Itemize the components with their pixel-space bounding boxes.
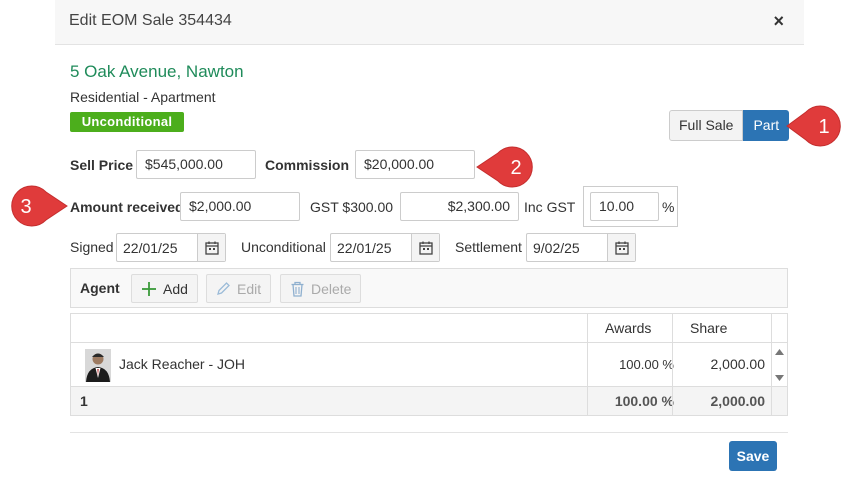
footer-awards: 100.00 % (614, 393, 674, 409)
footer-share: 2,000.00 (710, 393, 766, 409)
signed-date-input[interactable]: 22/01/25 (116, 233, 226, 262)
column-divider (672, 314, 673, 415)
unconditional-date-value: 22/01/25 (337, 240, 392, 256)
avatar (85, 349, 111, 382)
delete-label: Delete (311, 280, 352, 297)
agent-awards: 100.00 % (619, 357, 674, 372)
table-header: Awards Share (71, 314, 787, 343)
status-badge: Unconditional (70, 112, 184, 132)
inc-gst-label: Inc GST (524, 199, 576, 215)
callout-number: 1 (818, 116, 829, 138)
calendar-icon[interactable] (411, 234, 439, 261)
callout-marker: 1 (786, 105, 841, 147)
commission-input[interactable]: $20,000.00 (355, 150, 475, 179)
calendar-icon[interactable] (607, 234, 635, 261)
plus-icon (142, 281, 156, 296)
unconditional-label: Unconditional (241, 239, 326, 255)
callout-marker: 2 (476, 146, 533, 188)
gst-amount-label: GST $300.00 (310, 199, 394, 215)
edit-label: Edit (237, 280, 262, 297)
delete-agent-button[interactable]: Delete (280, 274, 362, 303)
add-agent-button[interactable]: Add (131, 274, 198, 303)
agents-table: Awards Share Jack Reacher - JOH 100.00 %… (70, 313, 788, 416)
column-divider (587, 314, 588, 415)
column-divider (771, 314, 772, 415)
callout-number: 3 (20, 196, 31, 218)
property-address: 5 Oak Avenue, Nawton (70, 62, 244, 81)
trash-icon (291, 281, 304, 297)
property-type: Residential - Apartment (70, 89, 216, 105)
full-sale-button[interactable]: Full Sale (669, 110, 744, 141)
unconditional-date-input[interactable]: 22/01/25 (330, 233, 440, 262)
amount-received-input[interactable]: $2,000.00 (180, 192, 300, 221)
settlement-date-value: 9/02/25 (533, 240, 580, 256)
sale-type-toggle: Full Sale Part (669, 110, 790, 141)
save-button[interactable]: Save (729, 441, 777, 471)
footer-divider (70, 432, 788, 433)
amount-received-label: Amount received (70, 199, 184, 215)
modal-header: Edit EOM Sale 354434 × (55, 0, 804, 45)
agent-label: Agent (80, 280, 120, 296)
settlement-date-input[interactable]: 9/02/25 (526, 233, 636, 262)
awards-column-header[interactable]: Awards (597, 314, 682, 342)
table-row[interactable]: Jack Reacher - JOH 100.00 % 2,000.00 (71, 343, 787, 387)
calendar-icon[interactable] (197, 234, 225, 261)
scroll-up-icon (775, 349, 784, 355)
agent-toolbar: Agent Add Edit Delete (70, 268, 788, 308)
modal-title: Edit EOM Sale 354434 (69, 12, 232, 29)
edit-eom-sale-modal: Edit EOM Sale 354434 × 5 Oak Avenue, Naw… (55, 0, 804, 488)
commission-label: Commission (265, 157, 350, 173)
scroll-down-icon (775, 375, 784, 381)
agent-share: 2,000.00 (710, 356, 766, 372)
callout-number: 2 (510, 157, 521, 179)
signed-label: Signed (70, 239, 114, 255)
part-sale-button[interactable]: Part (743, 110, 790, 141)
sell-price-input[interactable]: $545,000.00 (136, 150, 256, 179)
edit-agent-button[interactable]: Edit (206, 274, 272, 303)
footer-count: 1 (80, 393, 88, 409)
percent-label: % (662, 199, 675, 215)
pencil-icon (217, 282, 230, 295)
sell-price-label: Sell Price (70, 157, 134, 173)
agent-name: Jack Reacher - JOH (119, 356, 246, 372)
add-label: Add (163, 280, 188, 297)
share-column-header[interactable]: Share (682, 314, 772, 342)
settlement-label: Settlement (455, 239, 522, 255)
gst-rate-input[interactable]: 10.00 (590, 192, 659, 221)
inc-gst-input[interactable]: $2,300.00 (400, 192, 519, 221)
signed-date-value: 22/01/25 (123, 240, 178, 256)
close-icon[interactable]: × (773, 11, 784, 32)
table-footer: 1 100.00 % 2,000.00 (71, 387, 787, 415)
callout-marker: 3 (11, 185, 68, 227)
scroll-arrows[interactable] (774, 347, 785, 387)
